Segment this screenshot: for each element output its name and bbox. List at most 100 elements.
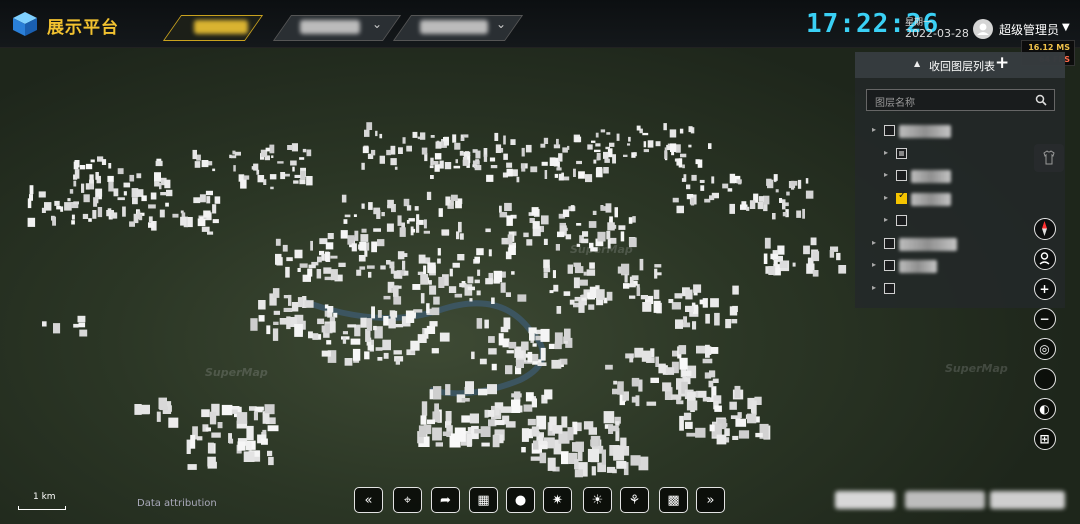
expand-arrow-icon[interactable]: ▸ xyxy=(872,260,876,269)
building xyxy=(172,213,179,218)
view-reset-button[interactable]: ◎ xyxy=(1034,338,1056,360)
layer-checkbox[interactable] xyxy=(884,237,895,249)
compass-icon xyxy=(1042,221,1047,236)
building xyxy=(478,388,488,396)
building xyxy=(486,174,494,182)
expand-arrow-icon[interactable]: ▸ xyxy=(884,170,888,179)
buildings-button[interactable]: ▦ xyxy=(469,487,498,513)
building xyxy=(709,370,716,378)
layer-checkbox[interactable] xyxy=(884,260,895,271)
building xyxy=(537,362,547,366)
building xyxy=(271,155,274,158)
building xyxy=(342,331,348,335)
layer-checkbox[interactable] xyxy=(896,170,907,181)
layer-checkbox[interactable] xyxy=(896,147,907,159)
person-location-button[interactable] xyxy=(1034,248,1056,270)
building xyxy=(758,196,764,202)
layer-checkbox[interactable] xyxy=(884,125,895,136)
chevron-down-icon: ⌄ xyxy=(496,17,507,31)
building xyxy=(544,170,548,179)
sun-button[interactable]: ☀ xyxy=(583,487,612,513)
building xyxy=(562,176,570,181)
building xyxy=(635,395,640,407)
expand-arrow-icon[interactable]: ▸ xyxy=(872,238,876,247)
fullscreen-button[interactable]: ⊞ xyxy=(1034,428,1056,450)
expand-arrow-icon[interactable]: ▸ xyxy=(884,193,888,202)
layer-tree-row[interactable]: ▸ xyxy=(872,123,1022,139)
circle-button[interactable] xyxy=(1034,368,1056,390)
building xyxy=(291,143,298,152)
building xyxy=(390,145,396,155)
layer-search-input[interactable]: 图层名称 xyxy=(866,89,1055,111)
layer-tree-row[interactable]: ▸ xyxy=(884,168,1034,184)
user-name[interactable]: 超级管理员 xyxy=(999,21,1059,38)
expand-arrow-icon[interactable]: ▸ xyxy=(872,283,876,292)
building xyxy=(187,464,197,470)
layer-tree-row[interactable]: ▸ xyxy=(884,146,1034,162)
building xyxy=(484,409,489,418)
basemap-button[interactable] xyxy=(1034,144,1064,172)
layer-tree-row[interactable]: ▸ xyxy=(872,236,1022,252)
share-button[interactable]: ➦ xyxy=(431,487,460,513)
building xyxy=(267,450,273,457)
building xyxy=(81,183,85,193)
data-attribution[interactable]: Data attribution xyxy=(137,498,217,509)
building xyxy=(217,422,223,429)
building xyxy=(64,202,72,211)
building xyxy=(548,343,555,349)
layer-tree-row[interactable]: ▸ xyxy=(884,213,1034,229)
building xyxy=(426,191,432,200)
rotate-button[interactable]: ◐ xyxy=(1034,398,1056,420)
search-icon[interactable] xyxy=(1035,94,1047,106)
building xyxy=(629,353,634,363)
building xyxy=(444,162,452,170)
building xyxy=(412,284,421,290)
avatar[interactable] xyxy=(973,19,993,39)
layer-checkbox[interactable] xyxy=(884,282,895,294)
chat-button[interactable]: ● xyxy=(506,487,535,513)
caret-down-icon[interactable]: ▼ xyxy=(1062,22,1070,33)
zoom-in-button[interactable]: + xyxy=(1034,278,1056,300)
building xyxy=(601,449,606,465)
building xyxy=(366,318,373,331)
collapse-layer-list[interactable]: 收回图层列表 xyxy=(929,58,995,74)
add-layer-icon[interactable]: + xyxy=(995,53,1009,73)
tree-button[interactable]: ⚘ xyxy=(620,487,649,513)
expand-arrow-icon[interactable]: ▸ xyxy=(884,148,888,157)
light-button[interactable]: ✷ xyxy=(543,487,572,513)
locate-button[interactable]: ⌖ xyxy=(393,487,422,513)
building xyxy=(693,284,702,293)
building xyxy=(621,263,630,276)
expand-right-button[interactable]: » xyxy=(696,487,725,513)
layer-tree-row[interactable]: ▸ xyxy=(872,281,1022,297)
building xyxy=(641,350,652,362)
building xyxy=(573,277,580,289)
building xyxy=(500,282,506,293)
building xyxy=(508,341,517,349)
building xyxy=(488,249,492,257)
layer-tree-row[interactable]: ▸ ✓ xyxy=(884,190,1034,207)
building xyxy=(456,231,460,240)
building xyxy=(653,289,660,300)
building xyxy=(682,322,691,328)
layer-checkbox[interactable] xyxy=(896,215,907,226)
building xyxy=(108,181,114,192)
zoom-out-button[interactable]: − xyxy=(1034,308,1056,330)
building xyxy=(430,175,434,179)
building xyxy=(359,241,367,251)
building xyxy=(258,315,265,322)
expand-arrow-icon[interactable]: ▸ xyxy=(872,125,876,134)
building xyxy=(567,264,573,274)
grid-button[interactable]: ▩ xyxy=(659,487,688,513)
building xyxy=(732,285,739,295)
layer-tree-row[interactable]: ▸ xyxy=(872,258,1022,274)
collapse-left-button[interactable]: « xyxy=(354,487,383,513)
building xyxy=(361,228,367,233)
building xyxy=(406,205,412,211)
building xyxy=(764,237,771,249)
compass-button[interactable] xyxy=(1034,218,1056,240)
expand-arrow-icon[interactable]: ▸ xyxy=(884,215,888,224)
building xyxy=(484,319,489,329)
layer-panel-header[interactable]: ▲ 收回图层列表 + xyxy=(855,52,1065,78)
building xyxy=(288,294,292,306)
